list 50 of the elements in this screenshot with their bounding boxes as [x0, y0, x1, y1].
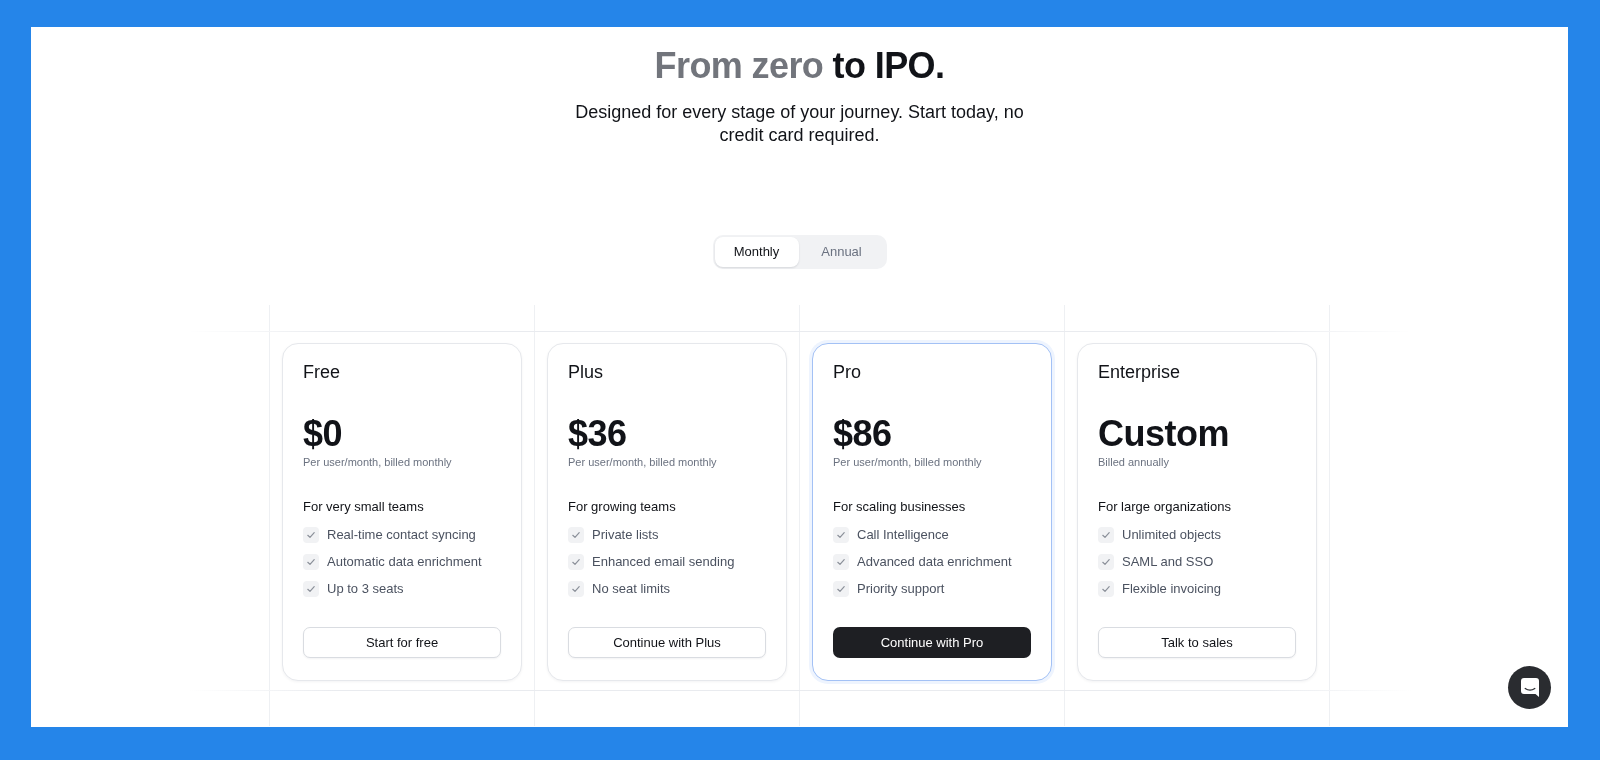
check-icon [568, 580, 584, 597]
feature-text: SAML and SSO [1122, 552, 1214, 571]
chat-bubble-icon [1520, 678, 1539, 697]
feature-text: Private lists [592, 525, 659, 544]
price-note: Per user/month, billed monthly [303, 455, 452, 470]
plan-price: $86 [833, 414, 892, 454]
plan-name: Pro [833, 361, 861, 384]
plan-audience: For growing teams [568, 498, 676, 516]
check-icon [568, 526, 584, 543]
feature-text: Priority support [857, 579, 945, 598]
plan-button[interactable]: Start for free [303, 627, 501, 658]
plan-name: Plus [568, 361, 603, 384]
plan-audience: For very small teams [303, 498, 424, 516]
feature-text: Automatic data enrichment [327, 552, 482, 571]
price-note: Per user/month, billed monthly [568, 455, 717, 470]
check-icon [1098, 553, 1114, 570]
feature-text: Up to 3 seats [327, 579, 404, 598]
price-note: Per user/month, billed monthly [833, 455, 982, 470]
check-icon [1098, 526, 1114, 543]
plan-price: $36 [568, 414, 627, 454]
plan-price: Custom [1098, 414, 1229, 454]
plan-button[interactable]: Talk to sales [1098, 627, 1296, 658]
plan-price: $0 [303, 414, 343, 454]
feature-text: Advanced data enrichment [857, 552, 1012, 571]
check-icon [303, 553, 319, 570]
price-note: Billed annually [1098, 455, 1169, 470]
plan-name: Enterprise [1098, 361, 1181, 384]
page-subtitle: Designed for every stage of your journey. Start today, no credit card required. [574, 101, 1025, 147]
feature-text: Call Intelligence [857, 525, 949, 544]
feature-text: Real-time contact syncing [327, 525, 476, 544]
feature-text: Unlimited objects [1122, 525, 1221, 544]
check-icon [303, 580, 319, 597]
plan-button[interactable]: Continue with Pro [833, 627, 1031, 658]
feature-text: Enhanced email sending [592, 552, 735, 571]
page-heading: From zero to IPO. [654, 44, 945, 88]
check-icon [833, 526, 849, 543]
billing-tab[interactable]: Monthly [714, 237, 799, 267]
check-icon [303, 526, 319, 543]
plan-audience: For large organizations [1098, 498, 1231, 516]
check-icon [833, 580, 849, 597]
chat-button[interactable] [1508, 666, 1551, 709]
plan-name: Free [303, 361, 340, 384]
check-icon [1098, 580, 1114, 597]
check-icon [568, 553, 584, 570]
billing-tab[interactable]: Annual [798, 237, 885, 267]
plan-button[interactable]: Continue with Plus [568, 627, 766, 658]
check-icon [833, 553, 849, 570]
plan-audience: For scaling businesses [833, 498, 966, 516]
feature-text: No seat limits [592, 579, 671, 598]
feature-text: Flexible invoicing [1122, 579, 1221, 598]
